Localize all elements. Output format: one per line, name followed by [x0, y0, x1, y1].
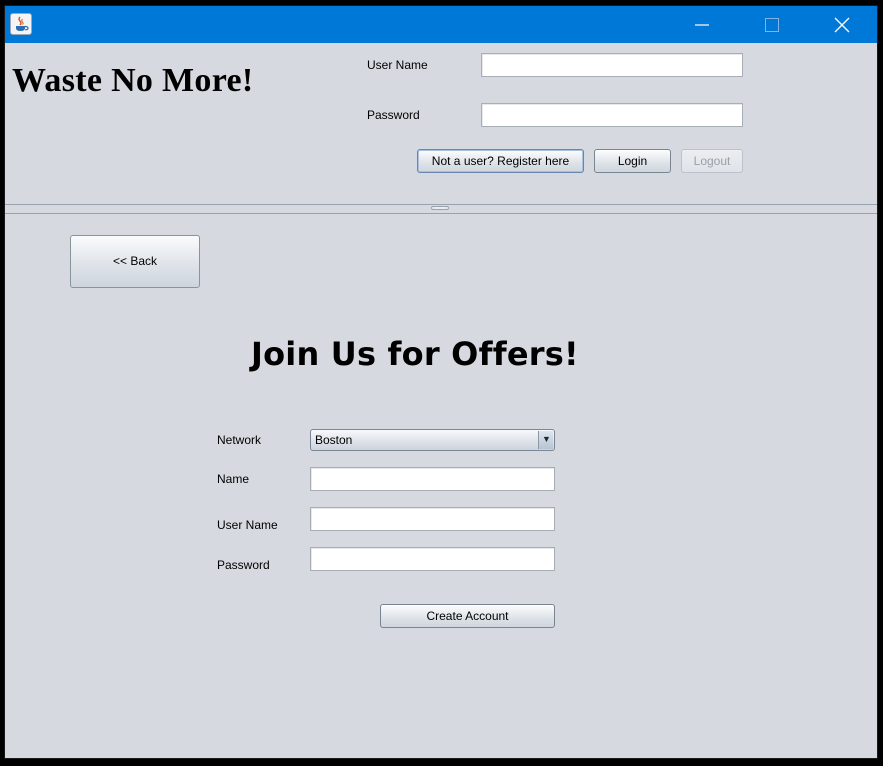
- app-window: Waste No More! User Name Password Not a …: [4, 5, 878, 759]
- app-brand-title: Waste No More!: [12, 62, 254, 99]
- logout-button: Logout: [681, 149, 743, 173]
- login-password-label: Password: [367, 108, 420, 122]
- create-account-button[interactable]: Create Account: [380, 604, 555, 628]
- login-password-input[interactable]: [481, 103, 743, 127]
- title-bar[interactable]: [5, 6, 877, 43]
- register-username-label: User Name: [217, 518, 278, 532]
- divider-grip-handle[interactable]: [431, 206, 449, 210]
- register-password-input[interactable]: [310, 547, 555, 571]
- maximize-button[interactable]: [749, 6, 795, 43]
- network-dropdown[interactable]: Boston ▼: [310, 429, 555, 451]
- split-pane-divider[interactable]: [5, 204, 877, 214]
- name-input[interactable]: [310, 467, 555, 491]
- login-username-input[interactable]: [481, 53, 743, 77]
- close-button[interactable]: [819, 6, 865, 43]
- login-username-label: User Name: [367, 58, 428, 72]
- minimize-button[interactable]: [679, 6, 725, 43]
- register-username-input[interactable]: [310, 507, 555, 531]
- dropdown-arrow-icon[interactable]: ▼: [538, 431, 553, 449]
- maximize-icon: [765, 18, 779, 32]
- java-cup-icon: [10, 13, 32, 35]
- network-label: Network: [217, 433, 262, 447]
- login-button[interactable]: Login: [594, 149, 671, 173]
- register-panel: << Back Join Us for Offers! Network Bost…: [5, 214, 877, 758]
- register-here-button[interactable]: Not a user? Register here: [417, 149, 584, 173]
- register-heading: Join Us for Offers!: [251, 335, 579, 373]
- network-selected-value: Boston: [315, 433, 353, 447]
- register-password-label: Password: [217, 558, 270, 572]
- login-panel: Waste No More! User Name Password Not a …: [5, 43, 877, 204]
- name-label: Name: [217, 472, 250, 486]
- back-button[interactable]: << Back: [70, 235, 200, 288]
- minimize-icon: [695, 24, 709, 26]
- close-icon: [834, 17, 850, 33]
